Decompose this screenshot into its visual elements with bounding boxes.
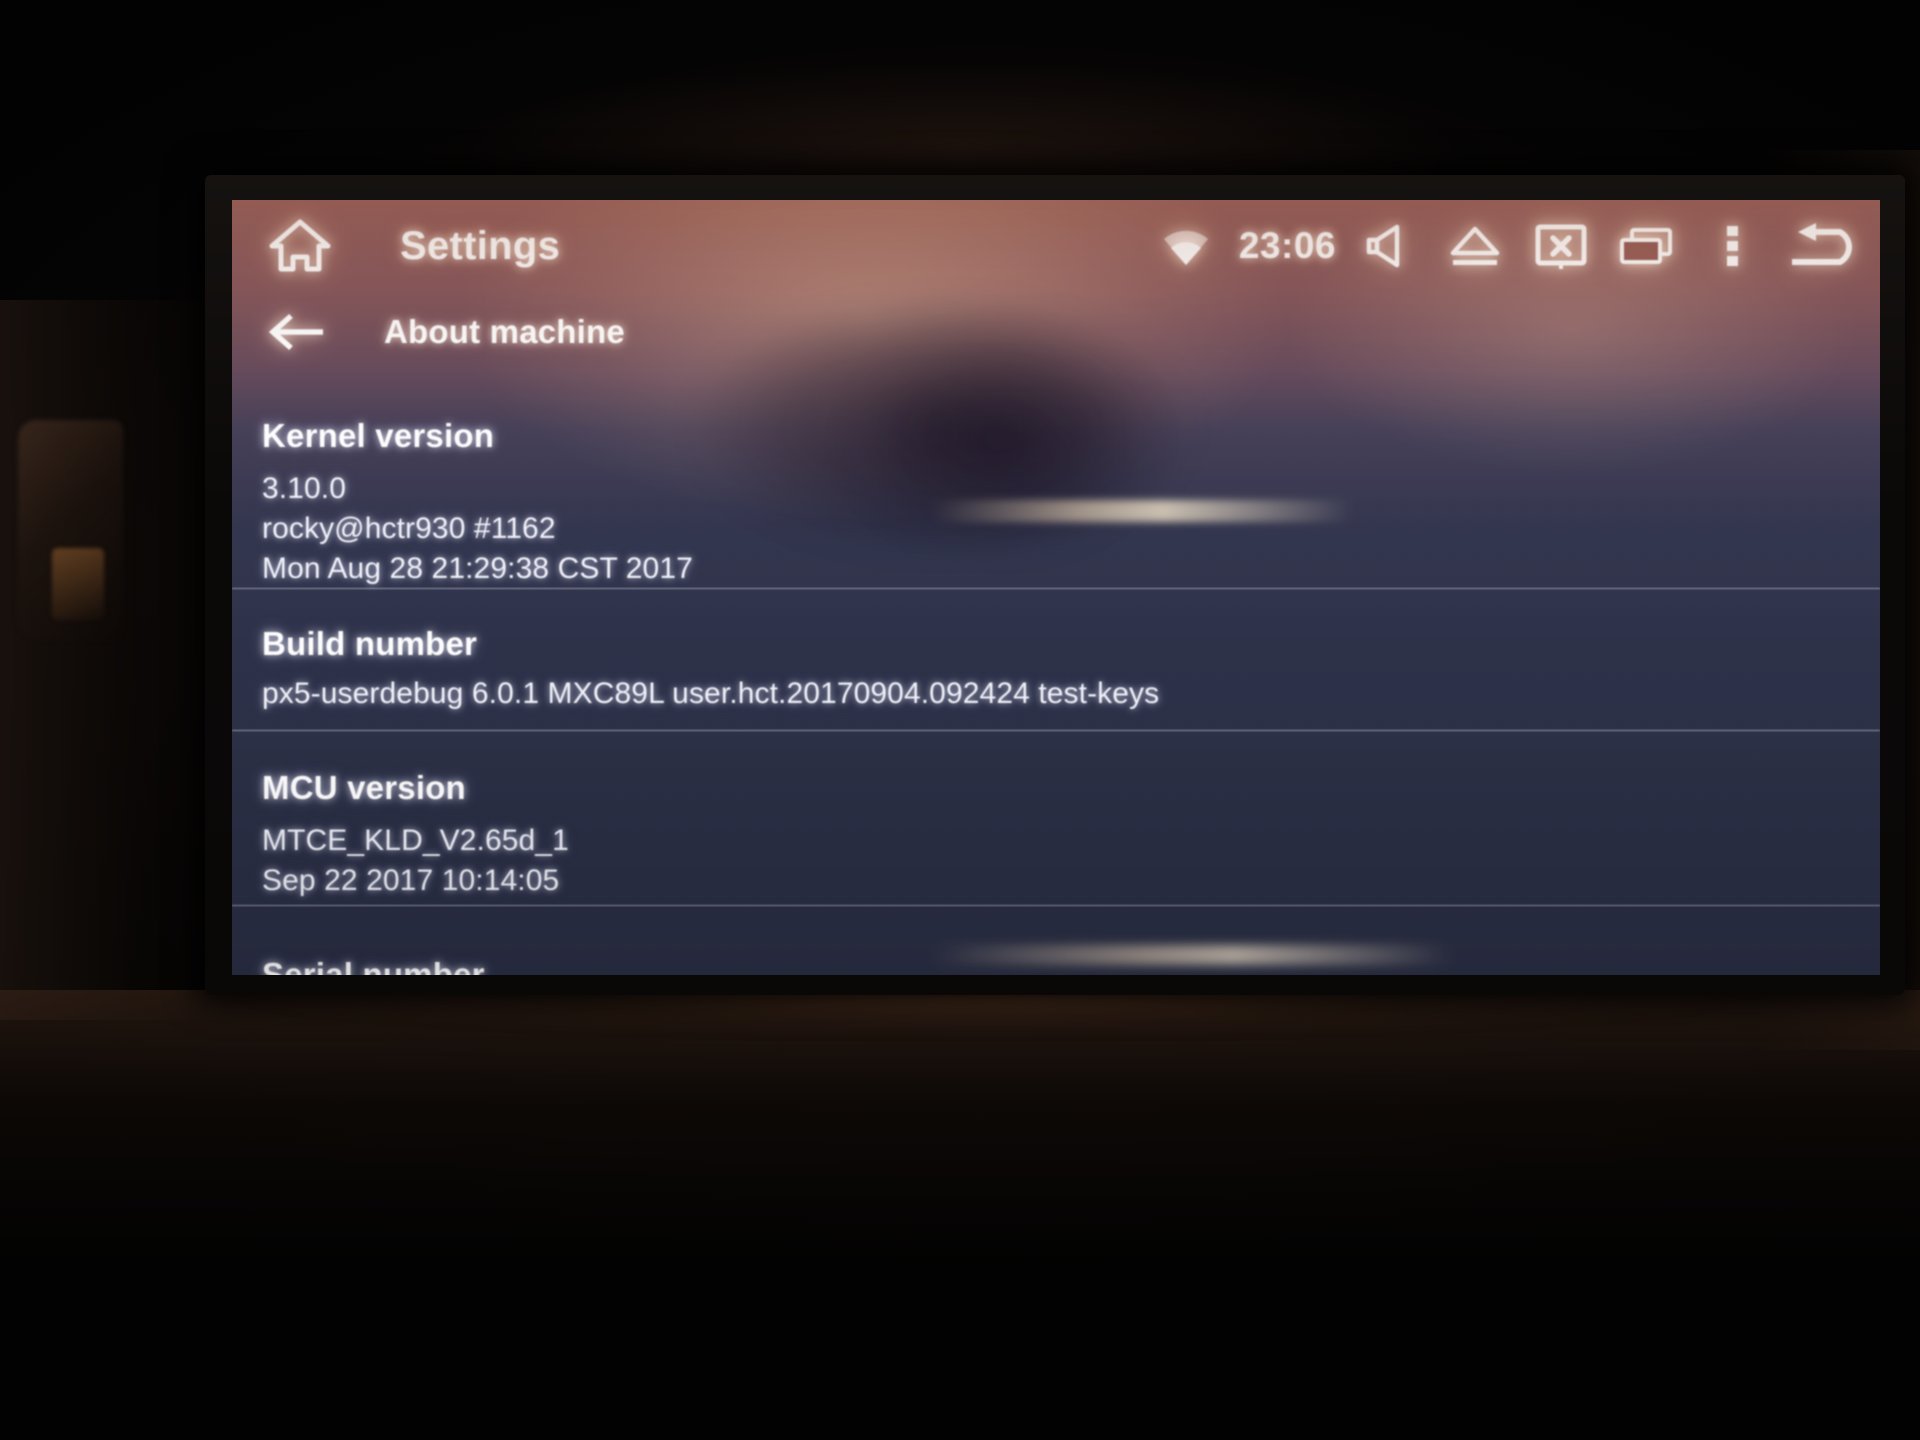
- list-item-mcu-version[interactable]: MCU version MTCE_KLD_V2.65d_1 Sep 22 201…: [232, 730, 1880, 905]
- screen-off-icon: [1535, 224, 1587, 269]
- wifi-status[interactable]: [1143, 210, 1229, 282]
- sub-header: About machine: [232, 292, 1880, 372]
- settings-list: Kernel version 3.10.0 rocky@hctr930 #116…: [232, 372, 1880, 975]
- home-icon: [269, 219, 331, 272]
- eject-icon: [1450, 226, 1500, 265]
- back-button-statusbar[interactable]: [1776, 210, 1872, 282]
- row-title: Serial number: [262, 956, 485, 975]
- dashboard-lower-console: [0, 990, 1920, 1440]
- dashboard-door-handle: [18, 420, 123, 640]
- back-arrow-icon: [1792, 223, 1852, 265]
- mute-button[interactable]: [1346, 210, 1432, 282]
- row-value-line: MTCE_KLD_V2.65d_1: [262, 824, 569, 857]
- back-navigation-button[interactable]: [260, 302, 334, 362]
- row-value-line: Sep 22 2017 10:14:05: [262, 863, 560, 897]
- wifi-icon: [1163, 230, 1208, 265]
- dashboard-left-panel: [0, 300, 240, 1020]
- row-title: MCU version: [262, 769, 466, 806]
- row-value-line: px5-userdebug 6.0.1 MXC89L user.hct.2017…: [262, 677, 1160, 710]
- eject-button[interactable]: [1432, 210, 1518, 282]
- list-item-build-number[interactable]: Build number px5-userdebug 6.0.1 MXC89L …: [232, 588, 1880, 730]
- dashboard-top-glow: [300, 0, 1620, 200]
- dashboard-handle-slot: [52, 548, 104, 620]
- photograph-of-car-head-unit: Settings 23:06 About machine Kernel vers…: [0, 0, 1920, 1440]
- list-item-serial-number[interactable]: Serial number: [232, 905, 1880, 975]
- status-clock: 23:06: [1238, 225, 1336, 266]
- recent-apps-button[interactable]: [1604, 210, 1690, 282]
- screen-off-button[interactable]: [1518, 210, 1604, 282]
- android-settings-ui: Settings 23:06 About machine Kernel vers…: [232, 200, 1880, 975]
- row-title: Kernel version: [262, 417, 495, 454]
- list-item-kernel-version[interactable]: Kernel version 3.10.0 rocky@hctr930 #116…: [232, 372, 1880, 588]
- volume-mute-icon: [1366, 224, 1400, 268]
- app-title: Settings: [400, 223, 561, 268]
- row-title: Build number: [262, 625, 478, 662]
- row-value-line: 3.10.0: [262, 472, 347, 505]
- arrow-left-icon: [268, 313, 323, 351]
- status-bar: Settings 23:06: [232, 200, 1880, 292]
- recent-apps-icon: [1620, 228, 1672, 264]
- row-value-line: Mon Aug 28 21:29:38 CST 2017: [262, 551, 693, 585]
- page-title: About machine: [384, 313, 625, 350]
- head-unit-screen: Settings 23:06 About machine Kernel vers…: [232, 200, 1880, 975]
- overflow-menu-icon: [1727, 226, 1738, 266]
- home-button[interactable]: [262, 215, 338, 277]
- status-bar-icons: 23:06: [1143, 210, 1880, 282]
- overflow-menu-button[interactable]: [1690, 210, 1776, 282]
- row-value-line: rocky@hctr930 #1162: [262, 511, 556, 545]
